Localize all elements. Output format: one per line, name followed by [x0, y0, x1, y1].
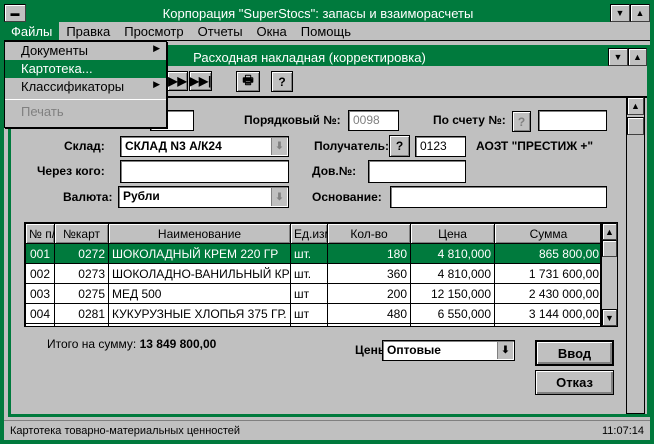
col-header[interactable]: № п/п: [25, 223, 55, 244]
menu-item-print: Печать: [21, 104, 64, 119]
menu-view[interactable]: Просмотр: [117, 22, 190, 40]
recipient-name: АОЗТ "ПРЕСТИЖ +": [476, 139, 594, 153]
table-row[interactable]: 001 0272 ШОКОЛАДНЫЙ КРЕМ 220 ГР шт. 180 4 810…: [25, 243, 600, 264]
next-record-button[interactable]: ▶▶: [167, 71, 188, 91]
maximize-button[interactable]: ▲: [630, 4, 650, 22]
table-row[interactable]: 003 0275 МЕД 500 шт 200 12 150,000 2 430 000,0…: [25, 283, 600, 304]
dropdown-arrow-icon[interactable]: ⬇: [497, 342, 513, 359]
basis-field[interactable]: [390, 186, 607, 208]
col-header[interactable]: Ед.изм.: [290, 223, 328, 244]
scroll-thumb[interactable]: [627, 117, 644, 135]
form-scrollbar[interactable]: ▲: [626, 96, 645, 414]
total: Итого на сумму: 13 849 800,00: [47, 337, 217, 351]
proxy-field[interactable]: [368, 160, 466, 183]
menu-files[interactable]: Файлы: [4, 22, 60, 40]
dropdown-arrow-icon[interactable]: ⬇: [271, 138, 287, 155]
status-text: Картотека товарно-материальных ценностей: [10, 424, 241, 437]
menu-item-catalog[interactable]: Картотека...: [5, 60, 166, 78]
col-header[interactable]: Кол-во: [327, 223, 411, 244]
invoice-label: По счету №:: [433, 113, 506, 127]
submenu-arrow-icon: ▶: [153, 79, 160, 89]
ok-button[interactable]: Ввод: [535, 340, 614, 366]
via-field[interactable]: [120, 160, 289, 183]
menu-edit[interactable]: Правка: [59, 22, 117, 40]
via-label: Через кого:: [37, 164, 105, 178]
submenu-arrow-icon: ▶: [153, 43, 160, 53]
recipient-code-field[interactable]: 0123: [415, 136, 466, 157]
col-header[interactable]: №карт: [54, 223, 109, 244]
scroll-thumb[interactable]: [602, 240, 617, 257]
scroll-down-icon[interactable]: ▼: [602, 309, 617, 326]
basis-label: Основание:: [312, 190, 382, 204]
table-header: № п/п №карт Наименование Ед.изм. Кол-во …: [25, 223, 600, 244]
cancel-button[interactable]: Отказ: [535, 370, 614, 395]
child-maximize-button[interactable]: ▲: [628, 48, 647, 66]
currency-label: Валюта:: [63, 190, 113, 204]
table-row[interactable]: [25, 323, 600, 326]
window-title: Корпорация "SuperStocs": запасы и взаимо…: [26, 4, 610, 22]
minimize-button[interactable]: ▼: [610, 4, 630, 22]
printer-icon: 🖶: [242, 73, 254, 87]
prices-combo[interactable]: Оптовые ⬇: [382, 340, 515, 361]
menu-bar: Файлы Правка Просмотр Отчеты Окна Помощь: [4, 22, 650, 41]
scroll-up-icon[interactable]: ▲: [627, 97, 644, 115]
warehouse-combo[interactable]: СКЛАД N3 А/К24 ⬇: [120, 136, 289, 157]
recipient-label: Получатель:: [314, 139, 389, 153]
proxy-label: Дов.№:: [312, 164, 357, 178]
table-row[interactable]: 004 0281 КУКУРУЗНЫЕ ХЛОПЬЯ 375 ГР. шт 480 6 5…: [25, 303, 600, 324]
menu-separator: [5, 99, 166, 100]
total-value: 13 849 800,00: [139, 337, 217, 351]
last-record-button[interactable]: ▶▶|: [189, 71, 212, 91]
file-menu-dropdown: Документы ▶ Картотека... Классификаторы ▶ …: [4, 41, 167, 128]
menu-item-documents[interactable]: Документы ▶: [5, 42, 166, 60]
status-time: 11:07:14: [601, 424, 644, 437]
child-minimize-button[interactable]: ▼: [608, 48, 628, 66]
invoice-field[interactable]: [538, 110, 607, 131]
table-row[interactable]: 002 0273 ШОКОЛАДНО-ВАНИЛЬНЫЙ КРЕМ шт. 360 4 8…: [25, 263, 600, 284]
warehouse-label: Склад:: [64, 139, 105, 153]
serial-label: Порядковый №:: [244, 113, 341, 127]
print-button[interactable]: 🖶: [236, 71, 260, 92]
menu-help[interactable]: Помощь: [294, 22, 358, 40]
dropdown-arrow-icon[interactable]: ⬇: [271, 188, 287, 206]
currency-combo[interactable]: Рубли ⬇: [118, 186, 289, 208]
menu-reports[interactable]: Отчеты: [191, 22, 250, 40]
system-menu-button[interactable]: ▬: [4, 4, 26, 22]
table-scrollbar[interactable]: ▲ ▼: [601, 222, 618, 327]
recipient-lookup-button[interactable]: ?: [389, 135, 410, 157]
invoice-lookup-button[interactable]: ?: [512, 111, 531, 132]
status-bar: Картотека товарно-материальных ценностей…: [4, 420, 650, 440]
help-button[interactable]: ?: [271, 71, 293, 92]
scroll-up-icon[interactable]: ▲: [602, 223, 617, 240]
col-header[interactable]: Сумма: [494, 223, 600, 244]
col-header[interactable]: Цена: [410, 223, 495, 244]
col-header[interactable]: Наименование: [108, 223, 291, 244]
items-table[interactable]: № п/п №карт Наименование Ед.изм. Кол-во …: [24, 222, 601, 327]
menu-item-classifiers[interactable]: Классификаторы ▶: [5, 78, 166, 96]
serial-field: 0098: [348, 110, 399, 131]
menu-windows[interactable]: Окна: [250, 22, 294, 40]
